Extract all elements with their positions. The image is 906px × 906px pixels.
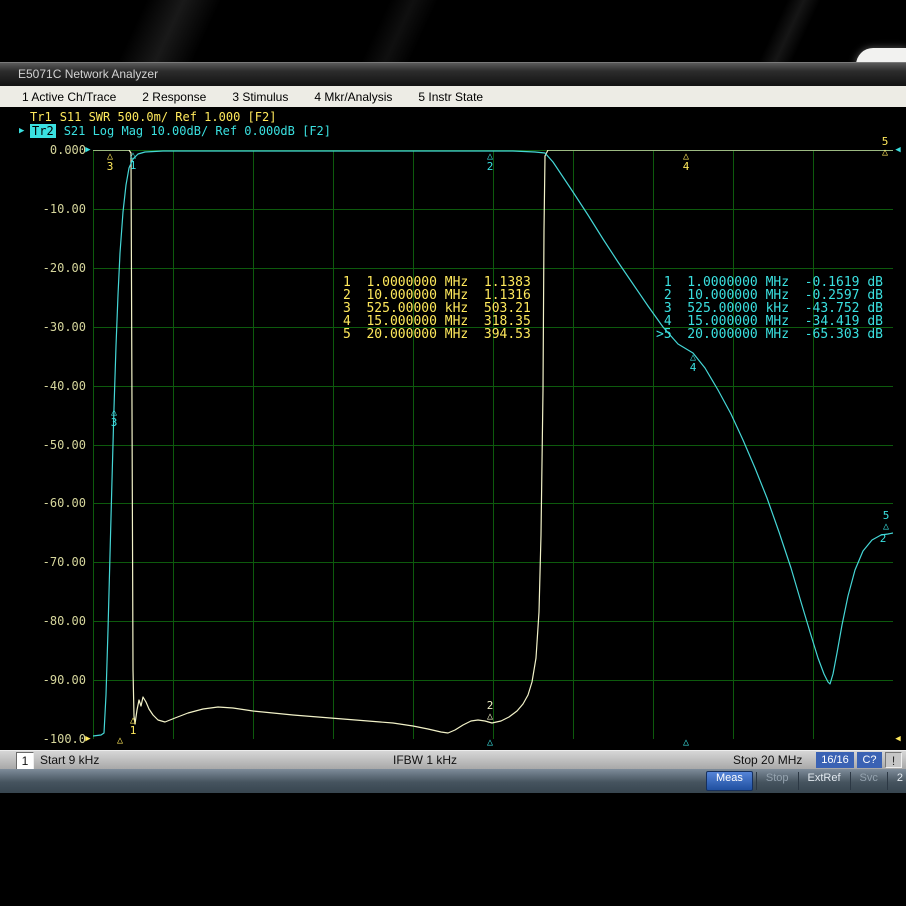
bottom-bezel bbox=[0, 793, 906, 906]
trace-id-tr1: Tr1 bbox=[30, 110, 52, 124]
y-axis-label: -40.00 bbox=[28, 379, 86, 393]
sysbar-item-meas: Meas bbox=[706, 771, 753, 791]
stop-frequency-label: Stop 20 MHz bbox=[733, 752, 802, 768]
trace-info-tr1[interactable]: Tr1 S11 SWR 500.0m/ Ref 1.000 [F2] bbox=[30, 110, 276, 124]
plot-svg bbox=[93, 150, 893, 739]
y-axis-label: -70.00 bbox=[28, 555, 86, 569]
marker-readout-row: 5 20.000000 MHz 394.53 bbox=[343, 328, 531, 341]
sysbar-item-extref: ExtRef bbox=[798, 772, 850, 790]
start-frequency-label: Start 9 kHz bbox=[40, 752, 99, 768]
menu-item-3[interactable]: 3 Stimulus bbox=[232, 90, 288, 104]
y-axis-label: -100.0 bbox=[28, 732, 86, 746]
menu-item-5[interactable]: 5 Instr State bbox=[418, 90, 483, 104]
reference-position-arrow: ▶ bbox=[83, 145, 93, 155]
trace-params-tr1: S11 SWR 500.0m/ Ref 1.000 [F2] bbox=[60, 110, 277, 124]
graph-area: 0.000 -10.00 -20.00 -30.00 -40.00 -50.00 -60.0… bbox=[0, 143, 906, 750]
y-axis-label: -30.00 bbox=[28, 320, 86, 334]
marker-tick: △ bbox=[678, 738, 694, 747]
graticule bbox=[93, 150, 893, 739]
marker-table-tr1: 1 1.0000000 MHz 1.13832 10.000000 MHz 1.… bbox=[343, 276, 531, 341]
reference-position-arrow: ▶ bbox=[83, 734, 93, 744]
averaging-counter-badge: 16/16 bbox=[816, 752, 854, 768]
trace-info-tr2[interactable]: Tr2 S21 Log Mag 10.00dB/ Ref 0.000dB [F2] bbox=[30, 124, 331, 138]
sysbar-item-svc: Svc bbox=[850, 772, 887, 790]
y-axis-label: -60.00 bbox=[28, 496, 86, 510]
menu-item-1[interactable]: 1 Active Ch/Trace bbox=[22, 90, 116, 104]
marker-tick: △ bbox=[482, 738, 498, 747]
active-trace-arrow: ▶ bbox=[19, 126, 24, 136]
correction-status-badge: C? bbox=[857, 752, 882, 768]
status-bar: 1 Start 9 kHz IFBW 1 kHz Stop 20 MHz 16/… bbox=[0, 750, 906, 769]
window-title: E5071C Network Analyzer bbox=[18, 67, 158, 81]
trace-info-bar: Tr1 S11 SWR 500.0m/ Ref 1.000 [F2] Tr2 S21… bbox=[0, 107, 906, 143]
system-bar-segments: MeasStopExtRefSvc2 bbox=[703, 771, 906, 791]
reference-position-arrow: ◀ bbox=[893, 145, 903, 155]
y-axis-label: -90.00 bbox=[28, 673, 86, 687]
trace-id-tr2: Tr2 bbox=[30, 124, 56, 138]
sysbar-item-2: 2 bbox=[887, 772, 906, 790]
channel-number-badge: 1 bbox=[16, 752, 34, 770]
y-axis-label: -50.00 bbox=[28, 438, 86, 452]
marker-table-tr2: 1 1.0000000 MHz -0.1619 dB 2 10.000000 M… bbox=[656, 276, 883, 341]
alert-badge: ! bbox=[885, 752, 902, 768]
sysbar-item-stop: Stop bbox=[756, 772, 798, 790]
marker-readout-row: >5 20.000000 MHz -65.303 dB bbox=[656, 328, 883, 341]
reference-position-arrow: ◀ bbox=[893, 734, 903, 744]
window-titlebar: E5071C Network Analyzer bbox=[0, 62, 906, 86]
y-axis-label: 0.000 bbox=[28, 143, 86, 157]
ifbw-label: IFBW 1 kHz bbox=[393, 752, 457, 768]
system-bar: MeasStopExtRefSvc2 bbox=[0, 769, 906, 793]
menu-item-4[interactable]: 4 Mkr/Analysis bbox=[314, 90, 392, 104]
y-axis-label: -20.00 bbox=[28, 261, 86, 275]
screen: E5071C Network Analyzer 1 Active Ch/Trac… bbox=[0, 0, 906, 906]
y-axis-label: -80.00 bbox=[28, 614, 86, 628]
y-axis-label: -10.00 bbox=[28, 202, 86, 216]
plot-area bbox=[93, 150, 893, 739]
trace-params-tr2: S21 Log Mag 10.00dB/ Ref 0.000dB [F2] bbox=[64, 124, 331, 138]
menu-item-2[interactable]: 2 Response bbox=[142, 90, 206, 104]
menu-bar: 1 Active Ch/Trace 2 Response 3 Stimulus 4 M… bbox=[0, 86, 906, 107]
